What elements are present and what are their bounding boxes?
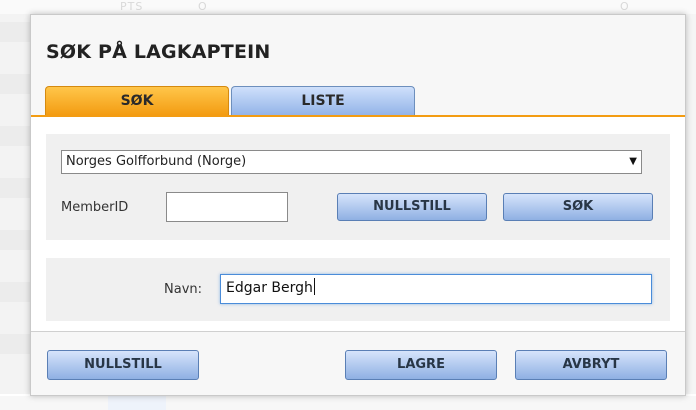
search-button[interactable]: SØK [503, 193, 653, 221]
footer-reset-button[interactable]: NULLSTILL [47, 350, 199, 380]
federation-select-value: Norges Golfforbund (Norge) [66, 154, 247, 169]
background-bottom-strip [0, 396, 696, 410]
background-column-header: PTS [120, 0, 144, 13]
tab-content: Norges Golfforbund (Norge) ▼ MemberID NU… [31, 115, 685, 331]
dialog-title: SØK PÅ LAGKAPTEIN [46, 41, 271, 63]
cancel-button[interactable]: AVBRYT [515, 350, 667, 380]
search-panel: Norges Golfforbund (Norge) ▼ MemberID NU… [46, 134, 670, 240]
tab-list[interactable]: LISTE [231, 86, 415, 115]
text-caret [313, 278, 315, 295]
name-panel: Navn: Edgar Bergh [46, 258, 670, 321]
footer-divider [31, 331, 685, 332]
background-row-band [0, 282, 30, 302]
background-row-band [0, 126, 30, 146]
background-right-column [686, 14, 696, 394]
name-label: Navn: [164, 282, 203, 297]
background-row-band [0, 178, 30, 198]
name-value: Edgar Bergh [226, 280, 313, 296]
member-id-input[interactable] [166, 192, 288, 222]
background-header-strip: PTS O O [0, 0, 696, 14]
federation-select[interactable]: Norges Golfforbund (Norge) ▼ [61, 150, 642, 174]
search-captain-dialog: SØK PÅ LAGKAPTEIN SØK LISTE Norges Golff… [30, 14, 686, 396]
tab-search[interactable]: SØK [45, 86, 229, 115]
background-column-header: O [620, 0, 630, 13]
background-column-header: O [198, 0, 208, 13]
dropdown-arrow-icon: ▼ [629, 156, 637, 167]
search-reset-button[interactable]: NULLSTILL [337, 193, 487, 221]
background-row-band [0, 334, 30, 354]
background-row-band [0, 22, 30, 42]
name-input[interactable]: Edgar Bergh [220, 274, 652, 304]
background-highlight [108, 396, 166, 410]
background-row-band [0, 230, 30, 250]
background-left-column [0, 14, 30, 394]
save-button[interactable]: LAGRE [345, 350, 497, 380]
member-id-label: MemberID [61, 200, 129, 215]
background-row-band [0, 74, 30, 94]
